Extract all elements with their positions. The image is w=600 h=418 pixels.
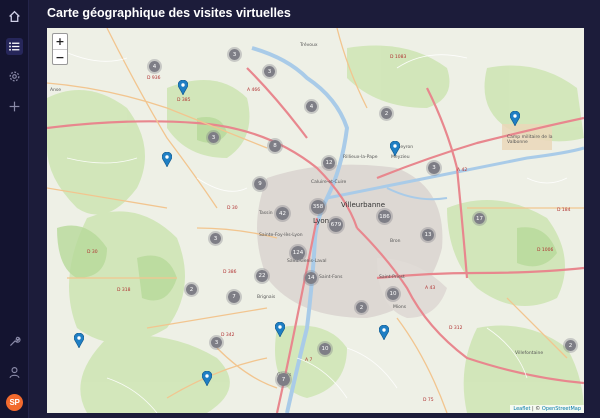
- location-marker-icon[interactable]: [275, 322, 285, 337]
- location-marker-icon[interactable]: [74, 333, 84, 348]
- road-label: A 466: [247, 88, 261, 93]
- cluster-marker[interactable]: 3: [227, 47, 242, 62]
- road-label: D 30: [227, 206, 238, 211]
- cluster-marker[interactable]: 2: [379, 106, 394, 121]
- attribution-separator: | ©: [530, 406, 542, 412]
- place-label: Mions: [393, 305, 407, 310]
- map-attribution: Leaflet | © OpenStreetMap: [510, 405, 584, 413]
- osm-link[interactable]: OpenStreetMap: [542, 406, 581, 412]
- road-label: D 75: [423, 398, 434, 403]
- location-marker-icon[interactable]: [510, 111, 520, 126]
- zoom-control: + −: [52, 33, 68, 65]
- road-label: D 184: [557, 208, 571, 213]
- user-icon[interactable]: [6, 364, 23, 381]
- place-label: Camp militaire de la Valbonne: [507, 135, 553, 145]
- location-marker-icon[interactable]: [178, 80, 188, 95]
- page-title: Carte géographique des visites virtuelle…: [47, 6, 291, 20]
- zoom-out-button[interactable]: −: [53, 49, 67, 64]
- cluster-marker[interactable]: 14: [303, 270, 319, 286]
- location-marker-icon[interactable]: [202, 371, 212, 386]
- cluster-marker[interactable]: 17: [472, 211, 487, 226]
- cluster-marker[interactable]: 358: [309, 198, 327, 216]
- road-label: D 936: [147, 76, 161, 81]
- cluster-marker[interactable]: 124: [289, 244, 307, 262]
- road-label: D 385: [177, 98, 191, 103]
- road-label: D 342: [221, 333, 235, 338]
- place-label: Sainte-Foy-lès-Lyon: [259, 233, 303, 238]
- road-label: D 318: [117, 288, 131, 293]
- location-marker-icon[interactable]: [162, 152, 172, 167]
- plus-icon[interactable]: [6, 98, 23, 115]
- cluster-marker[interactable]: 22: [254, 268, 270, 284]
- road-label: A 42: [457, 168, 468, 173]
- road-label: A 43: [425, 286, 436, 291]
- cluster-marker[interactable]: 3: [209, 335, 224, 350]
- map[interactable]: Trévoux Anse Lyon Villeurbanne Caluire-e…: [47, 28, 584, 413]
- zoom-in-button[interactable]: +: [53, 34, 67, 49]
- cluster-marker[interactable]: 7: [226, 289, 242, 305]
- cluster-marker[interactable]: 2: [563, 338, 578, 353]
- place-label: Saint-Priest: [379, 275, 405, 280]
- cluster-marker[interactable]: 3: [426, 160, 442, 176]
- app-logo[interactable]: SP: [6, 394, 23, 411]
- cluster-marker[interactable]: 4: [147, 59, 162, 74]
- place-label: Caluire-et-Cuire: [311, 180, 347, 185]
- leaflet-link[interactable]: Leaflet: [513, 406, 530, 412]
- cluster-marker[interactable]: 186: [376, 208, 393, 225]
- cluster-marker[interactable]: 3: [208, 231, 223, 246]
- cluster-marker[interactable]: 10: [385, 286, 401, 302]
- cluster-marker[interactable]: 8: [267, 138, 283, 154]
- cluster-marker[interactable]: 7: [275, 371, 292, 388]
- cluster-marker[interactable]: 13: [420, 227, 436, 243]
- road-label: D 1083: [390, 55, 407, 60]
- cluster-marker[interactable]: 9: [252, 176, 268, 192]
- cluster-marker[interactable]: 3: [206, 130, 221, 145]
- road-label: A 7: [305, 358, 313, 363]
- cluster-marker[interactable]: 12: [321, 155, 337, 171]
- place-label: Tassin: [259, 211, 273, 216]
- list-icon[interactable]: [6, 38, 23, 55]
- place-label: Bron: [390, 239, 401, 244]
- location-marker-icon[interactable]: [379, 325, 389, 340]
- cluster-marker[interactable]: 679: [327, 216, 345, 234]
- road-label: D 1006: [537, 248, 554, 253]
- cluster-marker[interactable]: 10: [317, 341, 333, 357]
- road-label: D 312: [449, 326, 463, 331]
- place-label: Trévoux: [300, 43, 318, 48]
- place-label: Villefontaine: [515, 351, 544, 356]
- cluster-marker[interactable]: 42: [274, 205, 291, 222]
- place-label: Rillieux-la-Pape: [343, 155, 378, 160]
- location-marker-icon[interactable]: [390, 141, 400, 156]
- cluster-marker[interactable]: 4: [304, 99, 319, 114]
- place-label: Brignais: [257, 295, 276, 300]
- gear-icon[interactable]: [6, 68, 23, 85]
- home-icon[interactable]: [6, 8, 23, 25]
- road-label: D 30: [87, 250, 98, 255]
- place-label: Saint-Fons: [319, 275, 343, 280]
- cluster-marker[interactable]: 2: [354, 300, 369, 315]
- road-label: D 386: [223, 270, 237, 275]
- place-label: Anse: [50, 88, 62, 93]
- sidebar: SP: [0, 0, 29, 418]
- cluster-marker[interactable]: 2: [184, 282, 199, 297]
- place-label: Villeurbanne: [341, 201, 386, 209]
- wrench-icon[interactable]: [6, 333, 23, 350]
- cluster-marker[interactable]: 3: [262, 64, 277, 79]
